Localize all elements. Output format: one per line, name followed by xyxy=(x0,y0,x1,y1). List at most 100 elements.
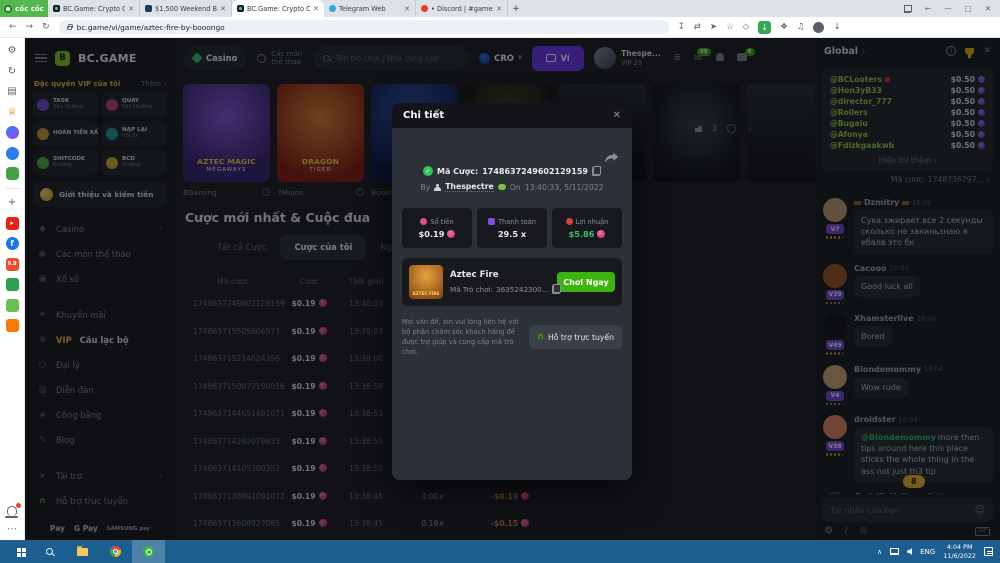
stat-label: Thanh toán xyxy=(498,218,536,226)
hot-deals-crown-icon[interactable]: ♕ xyxy=(6,106,19,119)
stat-value: $5.86 xyxy=(569,229,606,239)
tab-favicon xyxy=(329,5,336,12)
downloads-icon[interactable]: ↓ xyxy=(833,22,840,32)
modal-header: Chi tiết ✕ xyxy=(392,103,632,128)
back-to-app-icon[interactable]: ← xyxy=(925,4,931,13)
bet-details-modal: Chi tiết ✕ ✓ Mã Cược: 174863724960212915… xyxy=(392,103,632,480)
tab-favicon xyxy=(145,5,152,12)
bookmark-star-icon[interactable]: ☆ xyxy=(726,22,734,32)
add-shortcut-icon[interactable]: + xyxy=(6,196,19,209)
tray-chevron-icon[interactable]: ∧ xyxy=(877,548,882,556)
shield-icon[interactable]: ◇ xyxy=(743,22,750,32)
coccoc-taskbar-icon[interactable] xyxy=(132,540,165,563)
start-button[interactable] xyxy=(0,540,33,563)
player-name[interactable]: Thespectre xyxy=(445,182,493,192)
taskbar-clock[interactable]: 4:04 PM11/6/2022 xyxy=(943,543,976,560)
coccoc-logo-icon xyxy=(4,5,12,13)
toolbar-icons: ↧ ⇄ ➤ ☆ ◇ ↓ ❖ ♫ ↓ xyxy=(678,21,841,34)
verified-check-icon: ✓ xyxy=(423,166,433,176)
cart-icon[interactable] xyxy=(6,319,19,332)
games-icon[interactable] xyxy=(6,167,19,180)
coccoc-brand[interactable]: cốc cốc xyxy=(0,0,48,17)
live-support-button[interactable]: ∩ Hỗ trợ trực tuyến xyxy=(529,325,622,349)
modal-close-icon[interactable]: ✕ xyxy=(613,110,621,121)
on-label: On xyxy=(510,183,521,192)
bet-datetime: 13:40:33, 5/11/2022 xyxy=(525,183,604,192)
screenshot-icon[interactable] xyxy=(904,5,912,13)
browser-tab[interactable]: BC.Game: Crypto Casino Gan ✕ xyxy=(48,0,140,17)
file-explorer-icon[interactable] xyxy=(66,540,99,563)
garden-icon[interactable] xyxy=(6,299,19,312)
stat-value: 29.5 x xyxy=(498,229,526,239)
taskbar-search-icon[interactable] xyxy=(33,540,66,563)
language-indicator[interactable]: ENG xyxy=(920,548,935,556)
back-icon[interactable]: ← xyxy=(9,22,17,32)
action-center-icon[interactable] xyxy=(984,547,993,556)
tab-favicon xyxy=(421,5,428,12)
chrome-icon[interactable] xyxy=(99,540,132,563)
share-icon[interactable] xyxy=(605,149,619,168)
headset-icon: ∩ xyxy=(537,332,544,342)
tab-close-icon[interactable]: ✕ xyxy=(220,5,226,13)
maximize-button[interactable]: ▢ xyxy=(965,4,972,13)
messenger-icon[interactable] xyxy=(6,126,19,139)
translate-icon[interactable]: ⇄ xyxy=(694,22,701,32)
support-row: Mọi vấn đề, xin vui lòng liên hệ với bộ … xyxy=(392,306,632,357)
reload-icon[interactable]: ↻ xyxy=(42,22,50,32)
browser-tab[interactable]: BC.Game: Crypto Casino Gan ✕ xyxy=(232,0,324,17)
tab-title: BC.Game: Crypto Casino Gan xyxy=(247,5,310,13)
minimize-button[interactable]: — xyxy=(944,4,952,13)
reading-list-icon[interactable]: ▤ xyxy=(6,85,19,98)
tab-title: Telegram Web xyxy=(339,5,401,13)
stat-icon xyxy=(488,218,495,225)
player-icon xyxy=(434,184,441,191)
share-icon[interactable]: ➤ xyxy=(710,22,717,32)
bet-id-value: 1748637249602129159 xyxy=(482,167,588,176)
close-button[interactable]: ✕ xyxy=(985,4,991,13)
media-icon[interactable]: ♫ xyxy=(797,22,805,32)
tab-favicon xyxy=(53,5,60,12)
stat-value: $0.19 xyxy=(419,229,456,239)
url-text: bc.game/vi/game/aztec-fire-by-booongo xyxy=(77,23,225,32)
forward-icon[interactable]: → xyxy=(26,22,34,32)
shopee-icon[interactable]: 9.9 xyxy=(6,258,19,271)
browser-tabs: BC.Game: Crypto Casino Gan ✕ $1,500 Week… xyxy=(48,0,508,17)
browser-tab[interactable]: • Discord | #games | BC G ✕ xyxy=(416,0,508,17)
copy-icon[interactable] xyxy=(552,284,561,294)
tab-close-icon[interactable]: ✕ xyxy=(496,5,502,13)
stat-icon xyxy=(566,218,573,225)
more-icon[interactable]: ⋯ xyxy=(6,523,19,536)
browser-tab[interactable]: Telegram Web ✕ xyxy=(324,0,416,17)
network-icon[interactable] xyxy=(890,548,899,555)
tab-title: BC.Game: Crypto Casino Gan xyxy=(63,5,125,13)
new-tab-button[interactable]: + xyxy=(508,0,524,17)
download-video-icon[interactable]: ↓ xyxy=(758,21,771,34)
save-page-icon[interactable]: ↧ xyxy=(678,22,685,32)
coin-icon xyxy=(447,230,455,238)
coccoc-brand-label: cốc cốc xyxy=(15,5,44,13)
tab-close-icon[interactable]: ✕ xyxy=(404,5,410,13)
profile-avatar[interactable] xyxy=(813,22,824,33)
history-icon[interactable]: ↻ xyxy=(6,65,19,78)
extensions-icon[interactable]: ❖ xyxy=(780,22,788,32)
settings-icon[interactable]: ⚙ xyxy=(6,44,19,57)
play-now-button[interactable]: Chơi Ngay xyxy=(557,272,615,292)
youtube-icon[interactable]: ▸ xyxy=(6,217,19,230)
game-thumbnail[interactable]: AZTEC FIRE xyxy=(409,265,443,299)
window-controls: ← — ▢ ✕ xyxy=(895,0,1000,17)
tab-close-icon[interactable]: ✕ xyxy=(313,5,319,13)
coccoc-newsfeed-icon[interactable] xyxy=(6,147,19,160)
address-bar[interactable]: bc.game/vi/game/aztec-fire-by-booongo xyxy=(59,20,669,34)
stat-box: Lợi nhuận $5.86 xyxy=(552,208,622,248)
stat-label: Lợi nhuận xyxy=(576,218,609,226)
facebook-icon[interactable]: f xyxy=(6,237,19,250)
copy-icon[interactable] xyxy=(592,166,601,176)
stat-box: Thanh toán 29.5 x xyxy=(477,208,547,248)
browser-tab[interactable]: $1,500 Weekend Booongo M ✕ xyxy=(140,0,232,17)
divider xyxy=(5,188,20,189)
gift-icon[interactable] xyxy=(6,278,19,291)
live-support-label: Hỗ trợ trực tuyến xyxy=(548,333,614,342)
volume-icon[interactable] xyxy=(907,548,912,555)
notifications-bell-icon[interactable] xyxy=(7,506,17,516)
tab-close-icon[interactable]: ✕ xyxy=(128,5,134,13)
